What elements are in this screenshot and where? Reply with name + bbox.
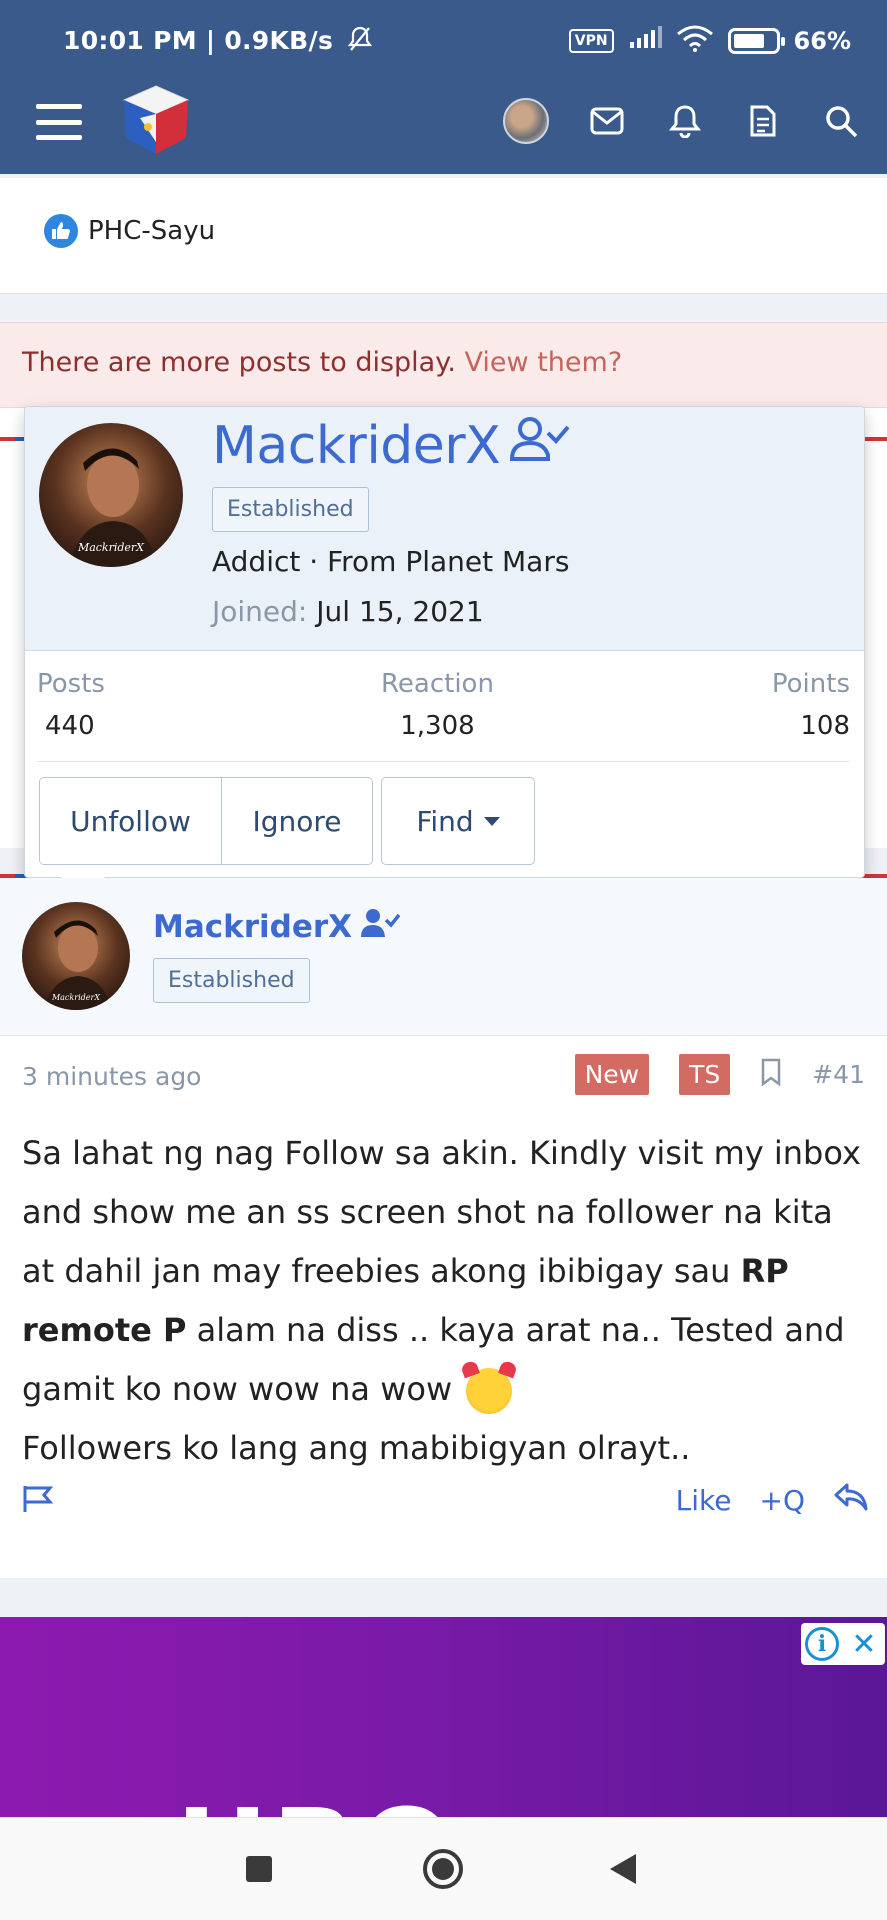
member-badge: Established xyxy=(212,487,369,532)
stat-reaction[interactable]: Reaction 1,308 xyxy=(381,669,494,741)
post-username[interactable]: MackriderX xyxy=(153,909,352,945)
screen: 10:01 PM | 0.9KB/s VPN 66% PHC-Sayu Ther… xyxy=(0,0,887,1920)
search-icon[interactable] xyxy=(821,101,861,141)
find-button-label: Find xyxy=(416,804,474,838)
battery-fill xyxy=(733,34,764,48)
stat-posts[interactable]: Posts 440 xyxy=(37,669,105,741)
reaction-user[interactable]: PHC-Sayu xyxy=(88,216,215,246)
vpn-icon: VPN xyxy=(568,29,614,53)
member-joined: Joined: Jul 15, 2021 xyxy=(212,595,484,628)
ad-controls: i ✕ xyxy=(801,1623,885,1665)
avatar-watermark: MackriderX xyxy=(77,541,145,554)
reactions-summary: PHC-Sayu xyxy=(0,178,887,294)
stat-posts-label: Posts xyxy=(37,669,105,699)
menu-icon[interactable] xyxy=(36,99,82,145)
ad-brand-logo: HBO max xyxy=(176,1785,772,1817)
post-number[interactable]: #41 xyxy=(812,1060,865,1089)
wifi-icon xyxy=(676,24,714,58)
post-user-badge: Established xyxy=(153,958,310,1003)
follow-ignore-group: Unfollow Ignore xyxy=(39,777,373,865)
stat-posts-value: 440 xyxy=(45,711,95,741)
nav-icons xyxy=(503,98,861,144)
alerts-bell-icon[interactable] xyxy=(665,101,705,141)
view-them-link[interactable]: View them? xyxy=(465,347,623,378)
member-tooltip: MackriderX MackriderX Established Addict… xyxy=(24,406,865,899)
more-posts-notice: There are more posts to display. View th… xyxy=(0,322,887,408)
post-body-text-1: Sa lahat ng nag Follow sa akin. Kindly v… xyxy=(22,1134,861,1290)
joined-date: Jul 15, 2021 xyxy=(316,595,484,628)
member-username[interactable]: MackriderX xyxy=(212,416,501,476)
ad-info-icon[interactable]: i xyxy=(805,1627,839,1661)
report-flag-icon[interactable] xyxy=(22,1484,54,1518)
stat-points-label: Points xyxy=(771,669,850,699)
status-icons: VPN 66% xyxy=(568,24,851,58)
smiling-face-with-hearts-icon xyxy=(466,1368,513,1414)
stat-points-value: 108 xyxy=(800,711,850,741)
status-time-text: 10:01 PM | 0.9KB/s xyxy=(63,26,334,55)
new-badge: New xyxy=(574,1054,650,1095)
ignore-button[interactable]: Ignore xyxy=(222,778,372,864)
post-avatar-watermark: MackriderX xyxy=(51,993,100,1002)
whats-new-icon[interactable] xyxy=(743,101,783,141)
member-avatar[interactable]: MackriderX xyxy=(39,423,183,567)
post-header: MackriderX MackriderX Established xyxy=(0,878,887,1036)
reaction-row[interactable]: PHC-Sayu xyxy=(44,214,215,248)
app-header: 10:01 PM | 0.9KB/s VPN 66% xyxy=(0,0,887,174)
user-check-icon xyxy=(360,908,401,946)
reply-icon[interactable] xyxy=(833,1482,869,1519)
signal-icon xyxy=(628,26,662,56)
inbox-icon[interactable] xyxy=(587,101,627,141)
stat-reaction-label: Reaction xyxy=(381,669,494,699)
status-time: 10:01 PM | 0.9KB/s xyxy=(63,26,373,58)
site-logo[interactable] xyxy=(118,82,194,158)
post: MackriderX MackriderX Established 3 minu… xyxy=(0,878,887,1578)
notice-text-wrap: There are more posts to display. View th… xyxy=(22,347,622,378)
battery-icon xyxy=(727,28,785,54)
like-button[interactable]: Like xyxy=(676,1484,732,1517)
system-nav-bar xyxy=(0,1817,887,1920)
back-icon[interactable] xyxy=(610,1854,636,1884)
battery-percent: 66% xyxy=(793,27,851,55)
post-avatar[interactable]: MackriderX xyxy=(22,902,130,1010)
member-name-row: MackriderX xyxy=(212,415,570,476)
bookmark-icon[interactable] xyxy=(760,1058,782,1092)
post-actions-right: Like +Q xyxy=(676,1482,869,1519)
nav-row xyxy=(0,82,887,174)
home-icon[interactable] xyxy=(423,1849,463,1889)
notice-text: There are more posts to display. xyxy=(22,347,456,378)
ad-close-icon[interactable]: ✕ xyxy=(843,1623,885,1665)
post-body: Sa lahat ng nag Follow sa akin. Kindly v… xyxy=(22,1124,867,1478)
find-button[interactable]: Find xyxy=(381,777,535,865)
caret-down-icon xyxy=(483,816,500,826)
unfollow-button[interactable]: Unfollow xyxy=(40,778,222,864)
thread-starter-badge: TS xyxy=(679,1054,731,1095)
joined-label: Joined: xyxy=(212,595,308,628)
quote-button[interactable]: +Q xyxy=(760,1484,806,1517)
post-actions: Like +Q xyxy=(0,1476,887,1536)
post-meta-right: New TS #41 xyxy=(574,1054,865,1095)
post-body-text-3: Followers ko lang ang mabibigyan olrayt.… xyxy=(22,1429,691,1467)
bell-off-icon xyxy=(347,26,373,58)
stats-divider xyxy=(37,761,850,762)
status-bar: 10:01 PM | 0.9KB/s VPN 66% xyxy=(0,0,887,82)
stat-reaction-value: 1,308 xyxy=(400,711,475,741)
user-check-icon xyxy=(508,415,570,476)
user-avatar[interactable] xyxy=(503,98,549,144)
stat-points[interactable]: Points 108 xyxy=(772,669,850,741)
advertisement[interactable]: i ✕ HBO max xyxy=(0,1617,887,1817)
like-icon xyxy=(44,214,78,248)
member-tooltip-header: MackriderX MackriderX Established Addict… xyxy=(25,407,864,651)
post-time[interactable]: 3 minutes ago xyxy=(22,1062,201,1091)
recent-apps-icon[interactable] xyxy=(246,1856,272,1882)
post-username-row: MackriderX xyxy=(153,908,401,946)
member-title: Addict · From Planet Mars xyxy=(212,545,570,578)
